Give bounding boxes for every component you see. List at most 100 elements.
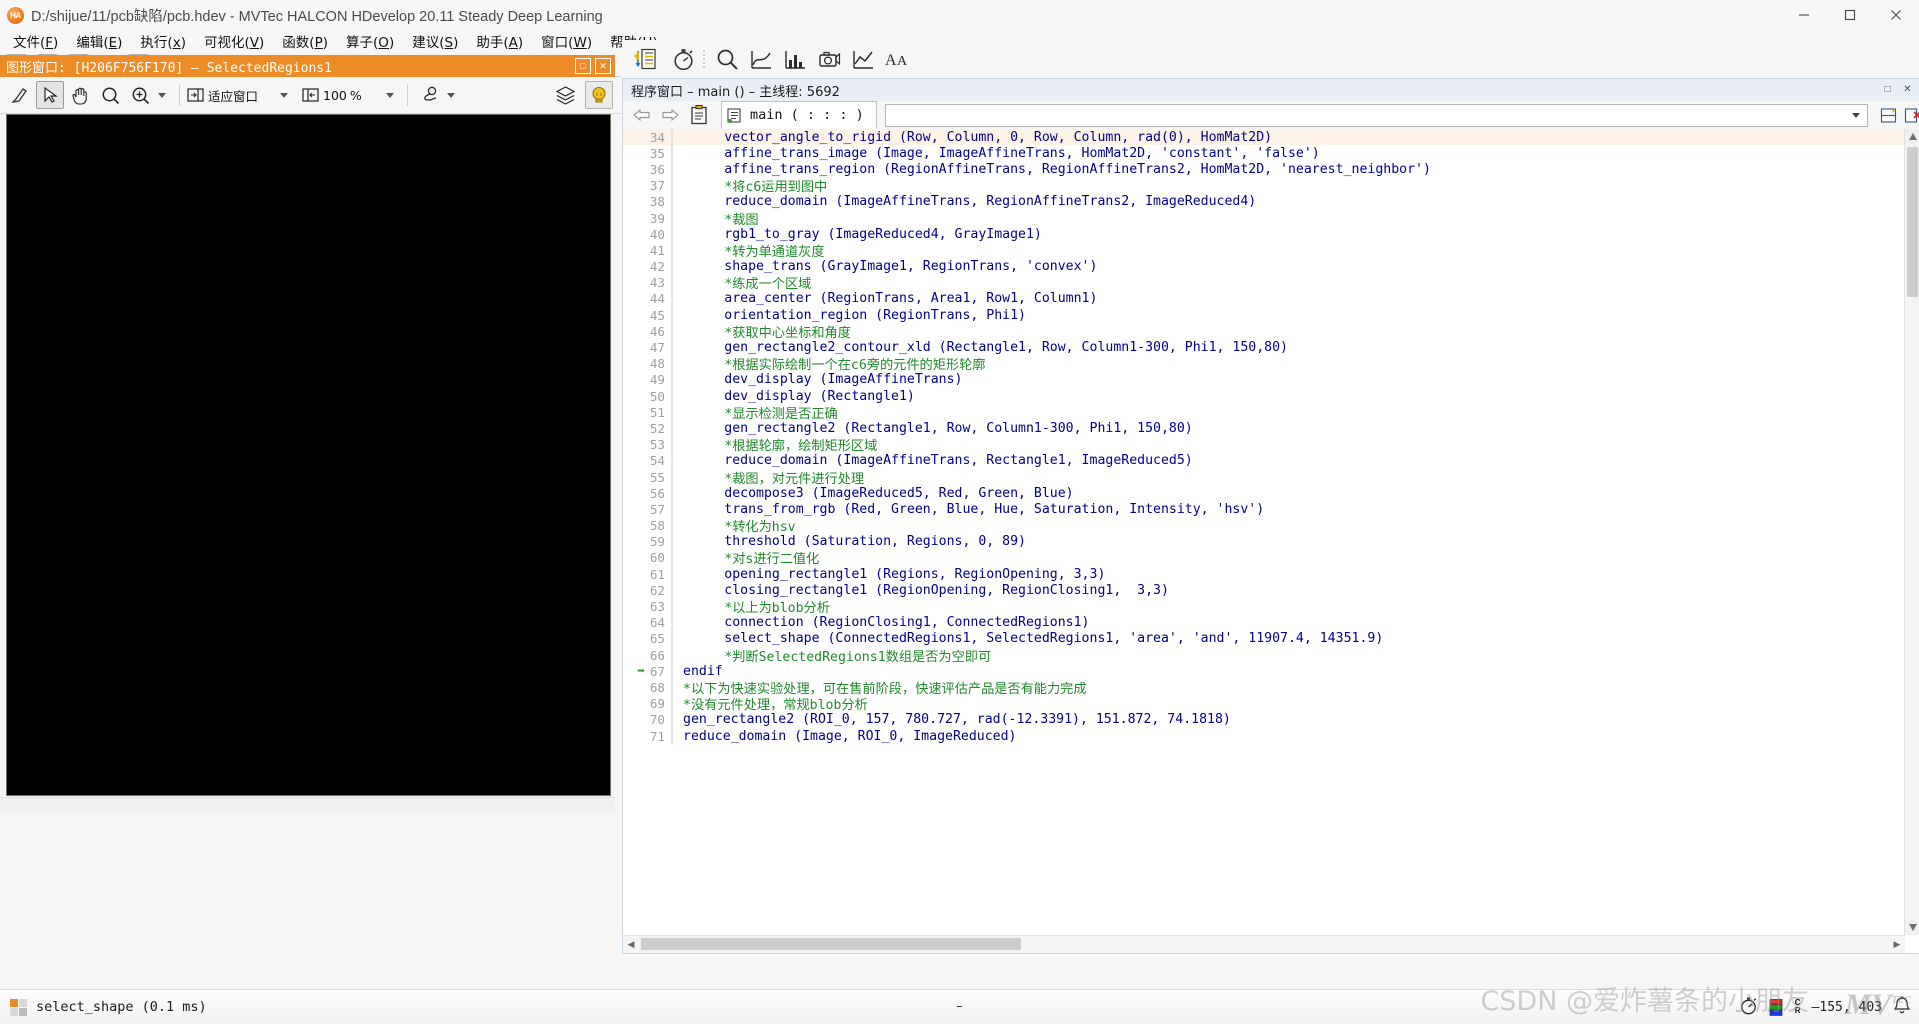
code-line[interactable]: 37 *将c6运用到图中 bbox=[623, 177, 1905, 195]
scroll-left-arrow-icon[interactable]: ◀ bbox=[623, 939, 639, 950]
code-line[interactable]: 58 *转化为hsv bbox=[623, 517, 1905, 535]
graphics-window-titlebar[interactable]: 图形窗口: [H206F756F170] – SelectedRegions1 … bbox=[0, 55, 615, 77]
code-line[interactable]: 68 *以下为快速实验处理，可在售前阶段，快速评估产品是否有能力完成 bbox=[623, 679, 1905, 697]
menu-file[interactable]: 文件(F) bbox=[4, 29, 67, 53]
shape-mode-icon[interactable] bbox=[415, 81, 443, 109]
menu-functions[interactable]: 函数(P) bbox=[273, 29, 337, 53]
code-line[interactable]: 52 gen_rectangle2 (Rectangle1, Row, Colum… bbox=[623, 420, 1905, 437]
clipboard-icon[interactable] bbox=[687, 104, 711, 126]
zoom-in-dropdown-caret-icon[interactable] bbox=[158, 92, 166, 98]
scroll-up-arrow-icon[interactable] bbox=[1905, 129, 1919, 144]
zoom-magnifier-icon[interactable] bbox=[96, 81, 124, 109]
highlight-lamp-icon[interactable] bbox=[585, 81, 613, 109]
code-line[interactable]: 70 gen_rectangle2 (ROI_0, 157, 780.727, r… bbox=[623, 711, 1905, 728]
code-line[interactable]: 65 select_shape (ConnectedRegions1, Selec… bbox=[623, 630, 1905, 647]
program-window-titlebar[interactable]: 程序窗口 – main () – 主线程: 5692 □ ✕ bbox=[622, 78, 1919, 102]
procedure-combobox[interactable] bbox=[884, 103, 1868, 127]
code-line[interactable]: ➡ 67 endif bbox=[623, 663, 1905, 680]
chart-line-icon[interactable] bbox=[847, 44, 879, 74]
graphics-horizontal-scrollbar[interactable] bbox=[0, 797, 615, 813]
chart-curve-icon[interactable] bbox=[745, 44, 777, 74]
fit-window-caret-icon[interactable] bbox=[280, 92, 289, 98]
vertical-scroll-thumb[interactable] bbox=[1907, 147, 1918, 297]
nav-back-icon[interactable] bbox=[631, 105, 653, 125]
code-line[interactable]: 56 decompose3 (ImageReduced5, Red, Green,… bbox=[623, 485, 1905, 502]
nav-forward-icon[interactable] bbox=[659, 105, 681, 125]
code-line[interactable]: 46 *获取中心坐标和角度 bbox=[623, 323, 1905, 341]
code-line[interactable]: 34 vector_angle_to_rigid (Row, Column, 0,… bbox=[623, 129, 1905, 146]
code-line[interactable]: 41 *转为单通道灰度 bbox=[623, 242, 1905, 260]
code-line[interactable]: 42 shape_trans (GrayImage1, RegionTrans, … bbox=[623, 258, 1905, 275]
code-line[interactable]: 47 gen_rectangle2_contour_xld (Rectangle1… bbox=[623, 339, 1905, 356]
layers-icon[interactable] bbox=[551, 81, 579, 109]
stopwatch-icon[interactable] bbox=[668, 44, 698, 74]
zoom-level-control[interactable]: 100 % bbox=[302, 87, 362, 103]
code-editor[interactable]: 34 vector_angle_to_rigid (Row, Column, 0,… bbox=[622, 129, 1919, 954]
graphics-restore-button[interactable]: □ bbox=[575, 58, 591, 74]
code-line[interactable]: 36 affine_trans_region (RegionAffineTrans… bbox=[623, 161, 1905, 178]
camera-assistant-icon[interactable] bbox=[813, 44, 845, 74]
code-line[interactable]: 69 *没有元件处理，常规blob分析 bbox=[623, 695, 1905, 713]
code-lines-container[interactable]: 34 vector_angle_to_rigid (Row, Column, 0,… bbox=[623, 129, 1905, 935]
code-line[interactable]: 51 *显示检测是否正确 bbox=[623, 404, 1905, 422]
shape-mode-caret-icon[interactable] bbox=[446, 92, 455, 98]
fit-window-control[interactable]: 适应窗口 bbox=[187, 86, 258, 105]
code-line[interactable]: 39 *裁图 bbox=[623, 209, 1905, 228]
toolbar-grip[interactable] bbox=[700, 48, 709, 70]
code-line[interactable]: 59 threshold (Saturation, Regions, 0, 89) bbox=[623, 533, 1905, 550]
code-line[interactable]: 61 opening_rectangle1 (Regions, RegionOpe… bbox=[623, 566, 1905, 583]
pan-hand-icon[interactable] bbox=[66, 81, 94, 109]
scroll-right-arrow-icon[interactable]: ▶ bbox=[1889, 939, 1905, 950]
code-line[interactable]: 64 connection (RegionClosing1, ConnectedR… bbox=[623, 614, 1905, 631]
col-indicator-label: R bbox=[1794, 1006, 1801, 1015]
menu-edit[interactable]: 编辑(E) bbox=[67, 29, 131, 53]
editor-vertical-scrollbar[interactable] bbox=[1904, 129, 1919, 935]
zoom-level-caret-icon[interactable] bbox=[385, 92, 394, 98]
graphics-canvas[interactable] bbox=[6, 114, 611, 796]
menu-visualization[interactable]: 可视化(V) bbox=[195, 29, 273, 53]
menu-suggestions[interactable]: 建议(S) bbox=[403, 29, 467, 53]
maximize-button[interactable] bbox=[1827, 0, 1873, 30]
font-icon[interactable]: A A bbox=[881, 44, 915, 74]
menu-window[interactable]: 窗口(W) bbox=[532, 29, 601, 53]
procedure-tab-main[interactable]: main ( : : : ) bbox=[721, 101, 877, 129]
code-line[interactable]: 54 reduce_domain (ImageAffineTrans, Recta… bbox=[623, 452, 1905, 469]
program-restore-button[interactable]: □ bbox=[1880, 82, 1895, 97]
chart-bar-icon[interactable] bbox=[779, 44, 811, 74]
close-button[interactable] bbox=[1873, 0, 1919, 30]
code-line[interactable]: 48 *根据实际绘制一个在c6旁的元件的矩形轮廓 bbox=[623, 355, 1905, 373]
minimize-button[interactable] bbox=[1781, 0, 1827, 30]
split-view-icon[interactable] bbox=[1878, 105, 1898, 125]
code-line[interactable]: 63 *以上为blob分析 bbox=[623, 598, 1905, 616]
bell-icon[interactable] bbox=[1893, 996, 1911, 1018]
graphics-close-button[interactable]: ✕ bbox=[595, 58, 611, 74]
code-line[interactable]: 62 closing_rectangle1 (RegionOpening, Reg… bbox=[623, 582, 1905, 599]
search-icon[interactable] bbox=[711, 44, 743, 74]
code-line[interactable]: 71 reduce_domain (Image, ROI_0, ImageRedu… bbox=[623, 727, 1905, 745]
arrow-select-icon[interactable] bbox=[36, 81, 64, 109]
code-line[interactable]: 40 rgb1_to_gray (ImageReduced4, GrayImage… bbox=[623, 226, 1905, 243]
zoom-in-icon[interactable] bbox=[126, 81, 154, 109]
code-line[interactable]: 43 *练成一个区域 bbox=[623, 274, 1905, 292]
code-line[interactable]: 44 area_center (RegionTrans, Area1, Row1,… bbox=[623, 290, 1905, 308]
horizontal-scroll-thumb[interactable] bbox=[641, 938, 1021, 950]
code-line[interactable]: 60 *对s进行二值化 bbox=[623, 549, 1905, 567]
code-line[interactable]: 38 reduce_domain (ImageAffineTrans, Regio… bbox=[623, 193, 1905, 210]
code-line[interactable]: 49 dev_display (ImageAffineTrans) bbox=[623, 371, 1905, 388]
draw-icon[interactable] bbox=[6, 81, 34, 109]
close-procedure-icon[interactable] bbox=[1902, 105, 1919, 125]
program-close-button[interactable]: ✕ bbox=[1900, 82, 1915, 97]
code-line[interactable]: 53 *根据轮廓，绘制矩形区域 bbox=[623, 436, 1905, 454]
code-line[interactable]: 55 *裁图，对元件进行处理 bbox=[623, 468, 1905, 487]
menu-operators[interactable]: 算子(O) bbox=[337, 29, 403, 53]
code-line[interactable]: 35 affine_trans_image (Image, ImageAffine… bbox=[623, 145, 1905, 162]
scroll-down-arrow-icon[interactable] bbox=[1905, 920, 1919, 935]
menu-assistants[interactable]: 助手(A) bbox=[467, 29, 532, 53]
code-line[interactable]: 45 orientation_region (RegionTrans, Phi1) bbox=[623, 307, 1905, 324]
code-line[interactable]: 66 *判断SelectedRegions1数组是否为空即可 bbox=[623, 647, 1905, 665]
code-line[interactable]: 57 trans_from_rgb (Red, Green, Blue, Hue,… bbox=[623, 501, 1905, 518]
step-over-icon[interactable] bbox=[630, 44, 660, 74]
code-line[interactable]: 50 dev_display (Rectangle1) bbox=[623, 388, 1905, 405]
editor-horizontal-scrollbar[interactable]: ◀ ▶ bbox=[623, 935, 1905, 953]
menu-execute[interactable]: 执行(x) bbox=[131, 29, 195, 53]
